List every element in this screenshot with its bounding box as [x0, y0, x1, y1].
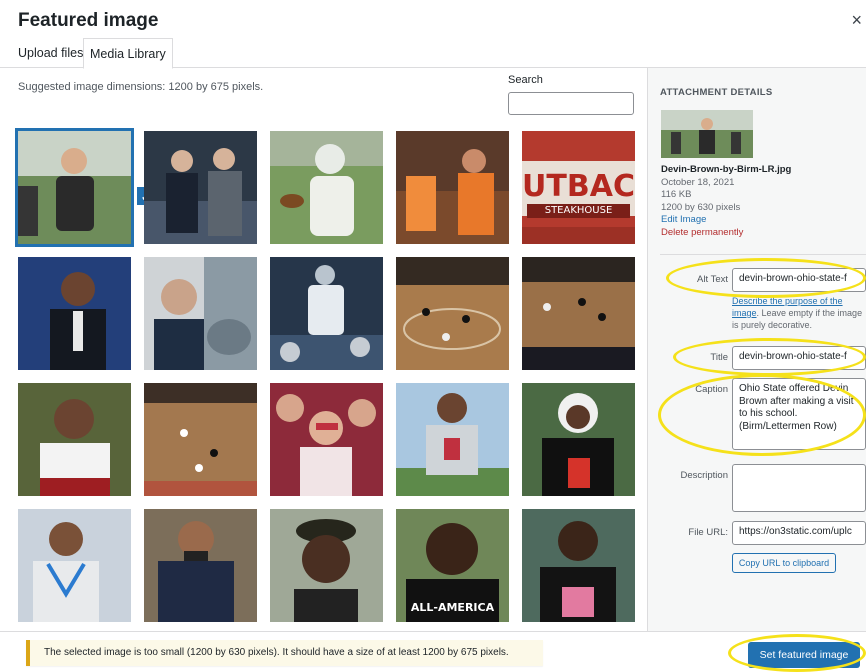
- edit-image-link[interactable]: Edit Image: [661, 214, 861, 227]
- thumbnail-label: UTBAC: [522, 169, 635, 204]
- close-icon[interactable]: ×: [851, 10, 862, 31]
- description-label: Description: [680, 470, 728, 481]
- title-field[interactable]: devin-brown-ohio-state-f: [732, 346, 866, 370]
- caption-field[interactable]: Ohio State offered Devin Brown after mak…: [732, 378, 866, 450]
- image-size-warning: The selected image is too small (1200 by…: [26, 640, 543, 666]
- attachment-thumbnail[interactable]: [270, 257, 383, 370]
- attachment-meta: Devin-Brown-by-Birm-LR.jpg October 18, 2…: [661, 164, 861, 240]
- alt-text-field[interactable]: devin-brown-ohio-state-f: [732, 268, 866, 292]
- attachment-thumbnail[interactable]: [18, 509, 131, 622]
- modal-footer: The selected image is too small (1200 by…: [0, 631, 866, 672]
- attachment-thumbnail[interactable]: [396, 257, 509, 370]
- attachment-preview: [661, 110, 753, 158]
- attachment-thumbnail[interactable]: [522, 383, 635, 496]
- attachment-thumbnail[interactable]: [18, 257, 131, 370]
- set-featured-image-button[interactable]: Set featured image: [748, 642, 860, 668]
- modal-title: Featured image: [18, 10, 159, 31]
- alt-text-help: Describe the purpose of the image. Leave…: [732, 295, 864, 331]
- search-input[interactable]: [508, 92, 634, 115]
- attachment-thumbnail[interactable]: UTBAC STEAKHOUSE: [522, 131, 635, 244]
- attachment-thumbnail[interactable]: [144, 509, 257, 622]
- attachment-date: October 18, 2021: [661, 176, 735, 188]
- media-tabs: Upload files Media Library: [0, 38, 866, 69]
- attachment-thumbnail[interactable]: [522, 509, 635, 622]
- tab-media-library[interactable]: Media Library: [83, 38, 173, 69]
- media-browser: Suggested image dimensions: 1200 by 675 …: [0, 68, 647, 631]
- copy-url-button[interactable]: Copy URL to clipboard: [732, 553, 836, 573]
- attachment-thumbnail[interactable]: [522, 257, 635, 370]
- attachment-thumbnail[interactable]: [270, 383, 383, 496]
- file-url-label: File URL:: [688, 527, 728, 538]
- attachment-details-heading: ATTACHMENT DETAILS: [660, 87, 773, 98]
- attachment-filename: Devin-Brown-by-Birm-LR.jpg: [661, 164, 792, 175]
- title-label: Title: [710, 352, 728, 363]
- attachment-thumbnail[interactable]: [144, 257, 257, 370]
- attachment-thumbnail[interactable]: [270, 131, 383, 244]
- file-url-field[interactable]: https://on3static.com/uplc: [732, 521, 866, 545]
- attachment-thumbnail[interactable]: [144, 383, 257, 496]
- attachment-size: 116 KB: [661, 189, 692, 201]
- attachment-details-sidebar: ATTACHMENT DETAILS Devin-Brown-by-Birm-L…: [647, 68, 866, 631]
- attachment-thumbnail[interactable]: ALL-AMERICA: [396, 509, 509, 622]
- suggested-dimensions: Suggested image dimensions: 1200 by 675 …: [18, 81, 264, 93]
- thumbnail-label: ALL-AMERICA: [410, 601, 495, 614]
- alt-text-label: Alt Text: [697, 274, 728, 285]
- search-label: Search: [508, 74, 543, 86]
- attachment-thumbnail[interactable]: [396, 383, 509, 496]
- attachment-thumbnail[interactable]: [18, 383, 131, 496]
- caption-label: Caption: [695, 384, 728, 395]
- tab-upload-files[interactable]: Upload files: [12, 38, 89, 68]
- attachment-thumbnail[interactable]: [396, 131, 509, 244]
- description-field[interactable]: [732, 464, 866, 512]
- featured-image-modal: Featured image × Upload files Media Libr…: [0, 0, 866, 672]
- thumbnail-sign-text: STEAKHOUSE: [544, 205, 613, 216]
- sidebar-divider: [660, 254, 866, 255]
- attachment-thumbnail[interactable]: [270, 509, 383, 622]
- attachment-thumbnail[interactable]: [15, 128, 134, 247]
- attachment-thumbnail[interactable]: [144, 131, 257, 244]
- attachment-dimensions: 1200 by 630 pixels: [661, 201, 741, 213]
- delete-permanently-link[interactable]: Delete permanently: [661, 227, 861, 240]
